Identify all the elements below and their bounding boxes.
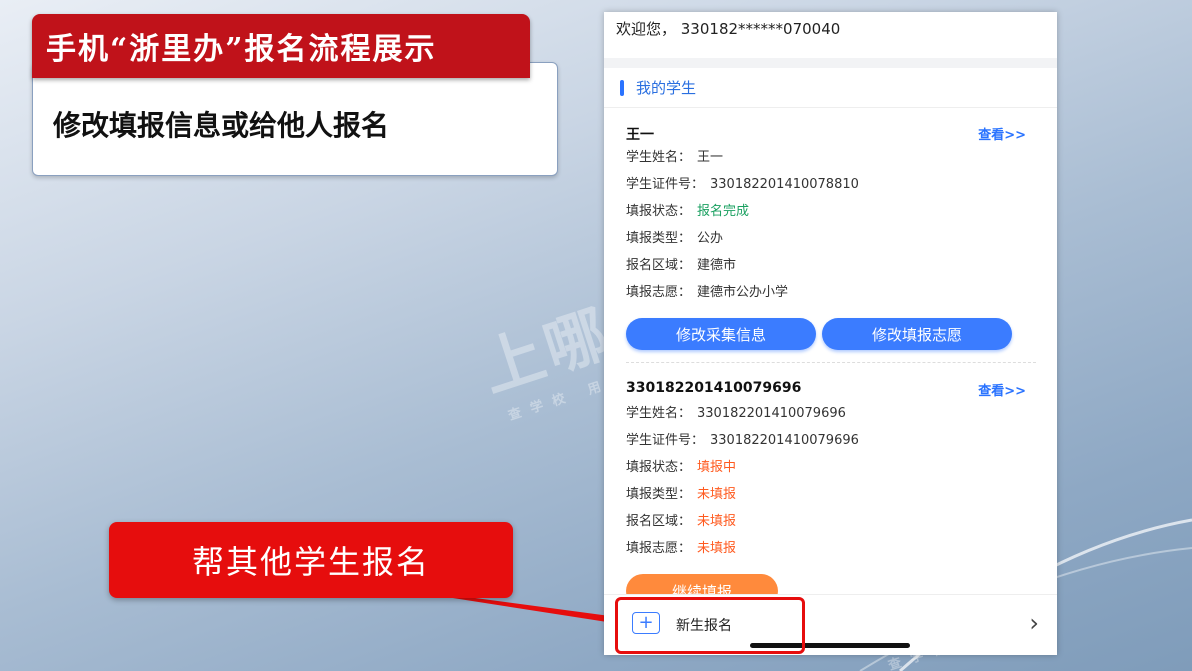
bottom-bar[interactable]: + 新生报名 › [604, 594, 1057, 655]
info-row: 填报志愿： 未填报 [626, 541, 737, 556]
status-badge: 报名完成 [697, 204, 750, 219]
divider [604, 58, 1057, 68]
subtitle-box: 修改填报信息或给他人报名 [32, 62, 558, 176]
info-row: 填报志愿： 建德市公办小学 [626, 285, 789, 300]
student-card: 王一 查看>> 学生姓名： 王一 学生证件号： 330182201410078810… [626, 124, 1026, 306]
section-header: 我的学生 [604, 68, 1057, 108]
section-title: 我的学生 [636, 79, 697, 97]
info-row: 学生姓名： 王一 [626, 150, 724, 165]
view-link[interactable]: 查看>> [978, 124, 1026, 143]
callout-help-others: 帮其他学生报名 [109, 522, 513, 598]
new-registration-label[interactable]: 新生报名 [676, 615, 732, 635]
edit-preference-button[interactable]: 修改填报志愿 [822, 318, 1012, 350]
info-row: 填报状态： 填报中 [626, 460, 737, 475]
phone-screen: 欢迎您， 330182******070040 我的学生 王一 查看>> 学生姓… [604, 12, 1057, 655]
info-row: 学生姓名： 330182201410079696 [626, 406, 846, 421]
chevron-right-icon[interactable]: › [1029, 609, 1039, 637]
home-indicator [750, 643, 910, 648]
edit-collection-info-button[interactable]: 修改采集信息 [626, 318, 816, 350]
slide-title: 手机“浙里办”报名流程展示 [32, 14, 530, 78]
status-badge: 填报中 [697, 460, 737, 475]
info-row: 学生证件号： 330182201410079696 [626, 433, 859, 448]
divider [626, 362, 1036, 363]
action-buttons: 修改采集信息 修改填报志愿 [626, 318, 1012, 350]
info-row: 学生证件号： 330182201410078810 [626, 177, 859, 192]
plus-icon[interactable]: + [632, 612, 660, 634]
info-row: 报名区域： 建德市 [626, 258, 737, 273]
slide-subtitle: 修改填报信息或给他人报名 [53, 109, 390, 142]
student-card: 330182201410079696 查看>> 学生姓名： 33018220141… [626, 380, 1026, 562]
info-row: 填报状态： 报名完成 [626, 204, 750, 219]
info-row: 填报类型： 未填报 [626, 487, 737, 502]
info-row: 填报类型： 公办 [626, 231, 724, 246]
student-header: 330182201410079696 [626, 380, 802, 396]
info-row: 报名区域： 未填报 [626, 514, 737, 529]
welcome-text: 欢迎您， 330182******070040 [616, 20, 841, 38]
view-link[interactable]: 查看>> [978, 380, 1026, 399]
student-header: 王一 [626, 127, 654, 143]
accent-bar [620, 79, 624, 96]
